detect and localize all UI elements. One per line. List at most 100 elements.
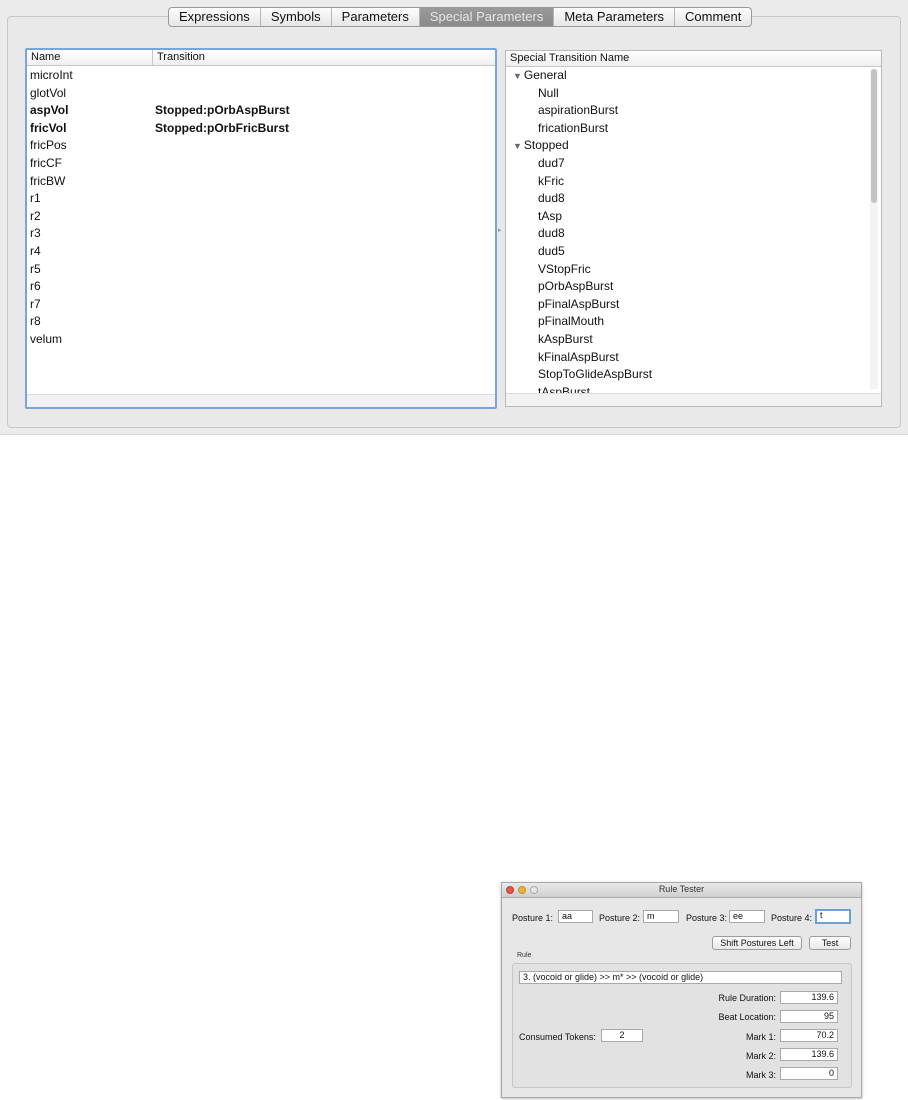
rule-field[interactable]: 3. (vocoid or glide) >> m* >> (vocoid or… <box>519 971 842 984</box>
table-row[interactable]: r6 <box>27 278 495 295</box>
parameter-name-cell: fricPos <box>30 138 67 153</box>
table-row[interactable]: glotVol <box>27 85 495 102</box>
horizontal-scrollbar[interactable] <box>506 393 881 406</box>
tree-item-row[interactable]: dud8 <box>538 190 565 207</box>
tree-group-label: General <box>523 68 567 82</box>
tab-expressions[interactable]: Expressions <box>169 8 261 26</box>
table-row[interactable]: aspVol Stopped:pOrbAspBurst <box>27 102 495 119</box>
table-row[interactable]: microInt <box>27 67 495 84</box>
tab-symbols[interactable]: Symbols <box>261 8 332 26</box>
parameter-name-cell: fricBW <box>30 173 66 188</box>
tree-item-row[interactable]: tAsp <box>538 208 562 225</box>
table-row[interactable]: r8 <box>27 313 495 330</box>
tree-group-label: Stopped <box>523 138 569 153</box>
special-transitions-outline[interactable]: Special Transition Name ▼ General Null aspi… <box>505 50 882 407</box>
posture4-field[interactable]: t <box>815 909 851 924</box>
special-parameters-panel: Expressions Symbols Parameters Special P… <box>0 0 908 435</box>
scrollbar-thumb[interactable] <box>871 69 877 203</box>
parameter-name-cell: r5 <box>30 261 41 276</box>
parameter-name-cell: r7 <box>30 296 41 311</box>
shift-postures-left-button[interactable]: Shift Postures Left <box>712 936 802 950</box>
table-row[interactable]: fricBW <box>27 173 495 190</box>
beat-location-label: Beat Location: <box>718 1012 776 1022</box>
tree-item-row[interactable]: kFric <box>538 173 564 190</box>
disclosure-triangle-icon[interactable]: ▼ <box>513 71 522 81</box>
posture4-label: Posture 4: <box>771 913 813 923</box>
parameter-name-cell: r8 <box>30 314 41 329</box>
parameter-name-cell: r6 <box>30 279 41 294</box>
table-row[interactable]: fricVol Stopped:pOrbFricBurst <box>27 120 495 137</box>
posture2-field[interactable]: m <box>643 910 679 923</box>
table-row[interactable]: r1 <box>27 190 495 207</box>
tree-item-row[interactable]: pFinalMouth <box>538 313 604 330</box>
window-title: Rule Tester <box>658 884 705 894</box>
parameters-table[interactable]: Name Transition microInt glotVol aspVol Sto… <box>25 48 497 409</box>
tree-item-row[interactable]: StopToGlideAspBurst <box>538 366 652 383</box>
parameter-name-cell: glotVol <box>30 85 67 100</box>
parameter-name-cell: fricCF <box>30 156 62 170</box>
tree-item-row[interactable]: dud5 <box>538 243 565 260</box>
parameter-name-cell: r2 <box>30 208 41 223</box>
parameter-name-cell: fricVol <box>30 120 67 135</box>
tree-item-row[interactable]: pFinalAspBurst <box>538 296 619 313</box>
tab-bar: Expressions Symbols Parameters Special P… <box>168 7 753 27</box>
posture2-label: Posture 2: <box>599 913 641 923</box>
rule-group-caption: Rule <box>517 952 532 959</box>
tab-meta-parameters[interactable]: Meta Parameters <box>554 8 676 26</box>
disclosure-triangle-icon[interactable]: ▼ <box>513 141 522 151</box>
table-row[interactable]: r5 <box>27 261 495 278</box>
table-row[interactable]: fricPos <box>27 137 495 154</box>
mark2-field[interactable]: 139.6 <box>780 1048 838 1061</box>
parameter-name-cell: r3 <box>30 226 41 241</box>
table-row[interactable]: fricCF <box>27 155 495 172</box>
table-row[interactable]: r4 <box>27 243 495 260</box>
tree-item-row[interactable]: pOrbAspBurst <box>538 278 613 295</box>
splitter-handle[interactable]: ▸ <box>498 226 502 234</box>
tree-item-row[interactable]: dud7 <box>538 155 565 172</box>
vertical-scrollbar[interactable] <box>870 69 878 389</box>
parameter-name-cell: r4 <box>30 244 41 258</box>
consumed-tokens-field[interactable]: 2 <box>601 1029 643 1042</box>
mark3-field[interactable]: 0 <box>780 1067 838 1080</box>
mark2-label: Mark 2: <box>745 1051 776 1061</box>
posture1-field[interactable]: aa <box>558 910 593 923</box>
beat-location-field[interactable]: 95 <box>780 1010 838 1023</box>
tree-item-row[interactable]: kFinalAspBurst <box>538 349 619 366</box>
parameter-name-cell: microInt <box>30 68 73 82</box>
table-row[interactable]: r3 <box>27 225 495 242</box>
rule-duration-field[interactable]: 139.6 <box>780 991 838 1004</box>
test-button[interactable]: Test <box>809 936 851 950</box>
tree-item-row[interactable]: dud8 <box>538 225 565 242</box>
tree-item-row[interactable]: VStopFric <box>538 261 591 278</box>
tab-special-parameters[interactable]: Special Parameters <box>419 8 555 26</box>
parameter-name-cell: aspVol <box>30 103 69 118</box>
transition-tree-rows: ▼ General Null aspirationBurst fricationBurs… <box>506 51 866 394</box>
consumed-tokens-label: Consumed Tokens: <box>519 1032 596 1042</box>
mark1-field[interactable]: 70.2 <box>780 1029 838 1042</box>
parameter-name-cell: velum <box>30 332 63 346</box>
transition-cell: Stopped:pOrbAspBurst <box>155 103 290 118</box>
tree-group-row[interactable]: ▼ General <box>513 67 567 84</box>
transition-cell: Stopped:pOrbFricBurst <box>155 120 289 135</box>
posture1-label: Posture 1: <box>512 913 554 923</box>
mark3-label: Mark 3: <box>745 1070 776 1080</box>
mark1-label: Mark 1: <box>745 1032 776 1042</box>
tree-item-row[interactable]: Null <box>538 85 559 102</box>
rule-tester-window: Rule Tester Posture 1: aa Posture 2: m P… <box>501 882 862 1098</box>
name-column-header[interactable]: Name <box>27 50 153 66</box>
tree-group-row[interactable]: ▼ Stopped <box>513 137 569 154</box>
table-row[interactable]: r7 <box>27 296 495 313</box>
transition-column-header[interactable]: Transition <box>153 50 495 66</box>
parameter-name-cell: r1 <box>30 191 41 206</box>
horizontal-scrollbar[interactable] <box>27 394 495 407</box>
table-row[interactable]: velum <box>27 331 495 348</box>
rule-duration-label: Rule Duration: <box>718 993 776 1003</box>
tree-item-row[interactable]: fricationBurst <box>538 120 608 137</box>
posture3-field[interactable]: ee <box>729 910 765 923</box>
tree-item-row[interactable]: kAspBurst <box>538 331 593 348</box>
title-bar[interactable]: Rule Tester <box>502 883 861 898</box>
table-row[interactable]: r2 <box>27 208 495 225</box>
tree-item-row[interactable]: aspirationBurst <box>538 102 618 119</box>
tab-parameters[interactable]: Parameters <box>332 8 420 26</box>
tab-comment[interactable]: Comment <box>675 8 751 26</box>
